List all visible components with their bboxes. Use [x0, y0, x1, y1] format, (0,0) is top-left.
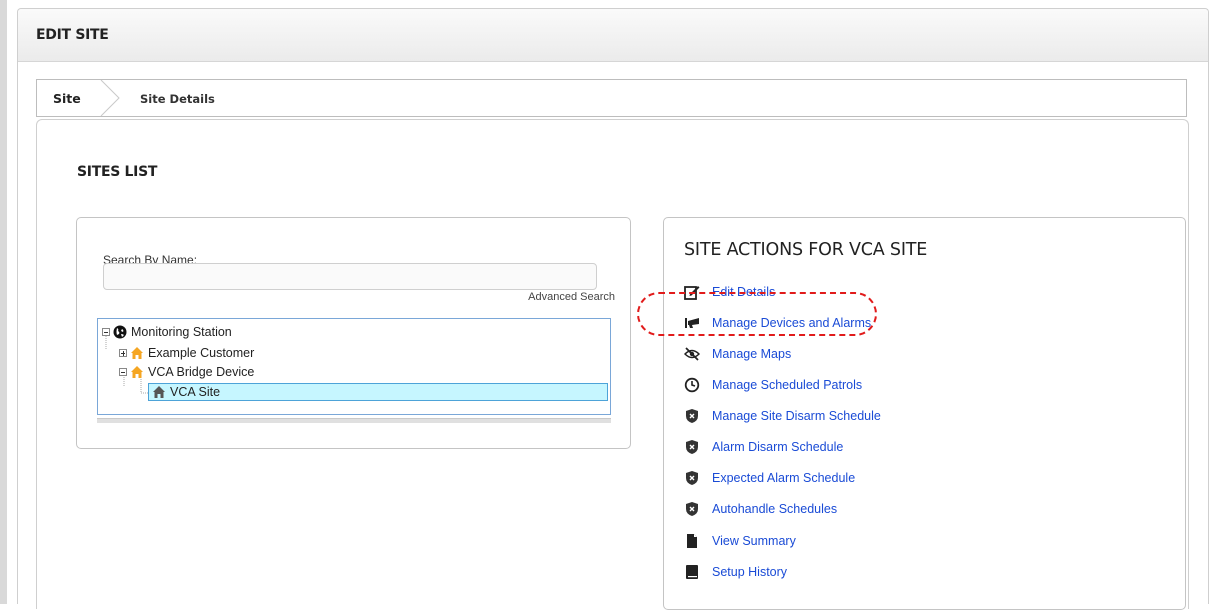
tree-node-monitoring-station[interactable]: Monitoring Station [102, 323, 232, 341]
action-label: Alarm Disarm Schedule [712, 440, 844, 454]
setup-history-link[interactable]: Setup History [684, 562, 787, 582]
edit-site-panel: EDIT SITE Site Site Details SITES LIST S… [17, 8, 1209, 610]
tree-node-vca-site[interactable]: VCA Site [148, 383, 608, 401]
tree-node-vca-bridge-device[interactable]: VCA Bridge Device [119, 363, 254, 381]
shield-x-icon [686, 440, 698, 454]
breadcrumb: Site Site Details [36, 79, 1187, 117]
action-label: Manage Maps [712, 347, 792, 361]
tree-node-example-customer[interactable]: Example Customer [119, 344, 254, 362]
tree-node-label: VCA Site [170, 385, 221, 399]
tree-horizontal-scrollbar[interactable] [97, 418, 611, 423]
clock-icon [684, 377, 700, 393]
house-icon [131, 347, 143, 359]
expand-icon[interactable] [119, 349, 127, 357]
search-by-name-input[interactable] [103, 263, 597, 290]
breadcrumb-site-details[interactable]: Site Details [140, 92, 215, 106]
map-hidden-icon [684, 347, 700, 361]
left-edge-bar [0, 0, 7, 604]
panel-title: EDIT SITE [36, 27, 109, 43]
panel-header: EDIT SITE [18, 9, 1208, 62]
collapse-icon[interactable] [102, 328, 110, 336]
collapse-icon[interactable] [119, 368, 127, 376]
site-actions-title: SITE ACTIONS FOR VCA SITE [684, 240, 928, 260]
alarm-disarm-schedule-link[interactable]: Alarm Disarm Schedule [684, 437, 843, 457]
action-label: Manage Scheduled Patrols [712, 378, 863, 392]
shield-x-icon [686, 409, 698, 423]
tree-node-label: Example Customer [148, 346, 255, 360]
book-icon [686, 565, 698, 579]
document-icon [687, 534, 697, 548]
house-icon [131, 366, 143, 378]
shield-x-icon [686, 471, 698, 485]
action-label: View Summary [712, 534, 796, 548]
sites-tree: Monitoring Station Example Customer VCA … [97, 318, 611, 415]
action-label: Setup History [712, 565, 788, 579]
manage-maps-link[interactable]: Manage Maps [684, 344, 791, 364]
site-search-box: Search By Name: Advanced Search Monitori… [76, 217, 631, 449]
advanced-search-link[interactable]: Advanced Search [528, 291, 615, 303]
highlight-annotation [637, 292, 877, 336]
action-label: Autohandle Schedules [712, 502, 838, 516]
manage-site-disarm-schedule-link[interactable]: Manage Site Disarm Schedule [684, 406, 881, 426]
shield-x-icon [686, 502, 698, 516]
expected-alarm-schedule-link[interactable]: Expected Alarm Schedule [684, 468, 855, 488]
sites-list-title: SITES LIST [77, 164, 158, 180]
tree-node-label: Monitoring Station [131, 325, 232, 339]
tree-node-label: VCA Bridge Device [148, 365, 255, 379]
action-label: Expected Alarm Schedule [712, 471, 856, 485]
view-summary-link[interactable]: View Summary [684, 531, 796, 551]
action-label: Manage Site Disarm Schedule [712, 409, 881, 423]
breadcrumb-site[interactable]: Site [53, 91, 81, 106]
house-icon [153, 386, 165, 398]
autohandle-schedules-link[interactable]: Autohandle Schedules [684, 499, 837, 519]
globe-icon [113, 325, 127, 339]
content-panel: SITES LIST Search By Name: Advanced Sear… [36, 119, 1189, 610]
manage-scheduled-patrols-link[interactable]: Manage Scheduled Patrols [684, 375, 862, 395]
breadcrumb-chevron-icon [100, 80, 120, 116]
site-actions-box: SITE ACTIONS FOR VCA SITE Edit Details M… [663, 217, 1186, 610]
